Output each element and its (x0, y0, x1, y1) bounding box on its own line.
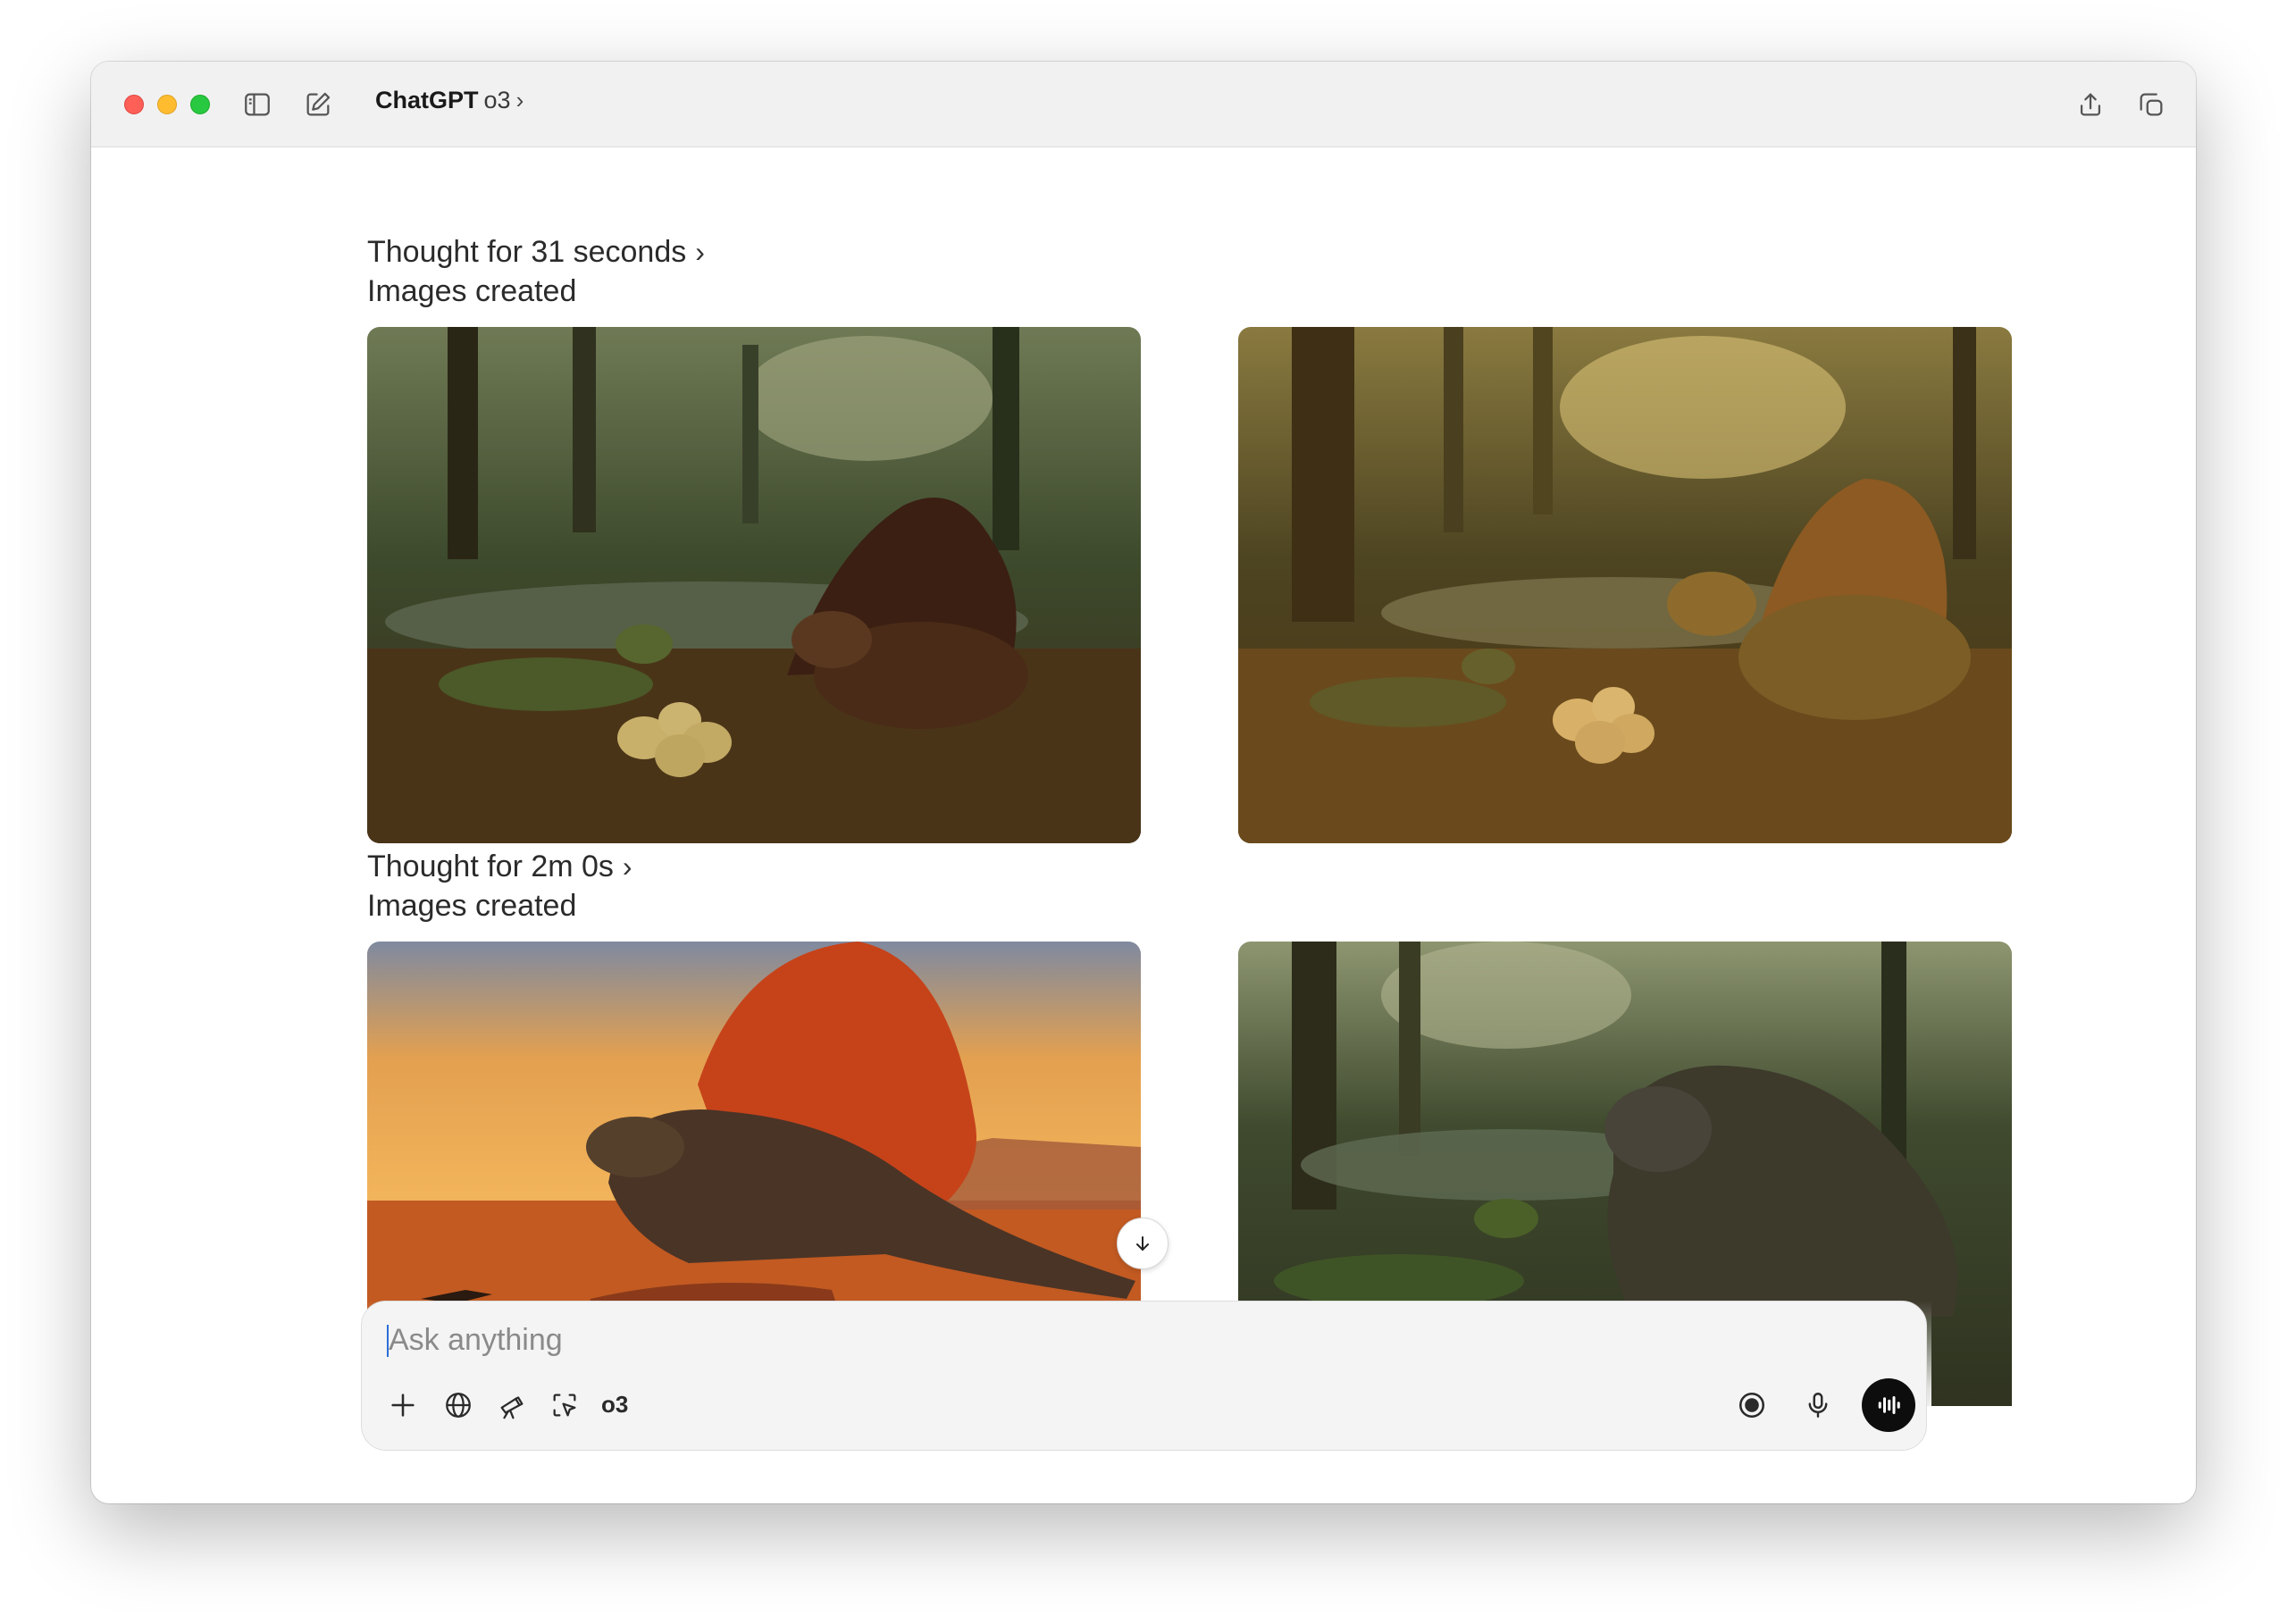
chevron-right-icon: › (695, 236, 705, 268)
generated-image[interactable] (367, 327, 1141, 843)
microphone-icon[interactable] (1800, 1387, 1836, 1423)
message-input[interactable] (389, 1318, 1639, 1362)
scroll-to-bottom-button[interactable] (1117, 1218, 1169, 1269)
images-created-label: Images created (367, 274, 577, 308)
title-bar: ChatGPT o3 › (91, 62, 2196, 147)
app-window: ChatGPT o3 › Thought for 31 seconds › Im… (91, 62, 2196, 1503)
share-icon[interactable] (2074, 88, 2107, 121)
plus-icon[interactable] (385, 1387, 421, 1423)
thought-summary[interactable]: Thought for 31 seconds › (367, 235, 705, 270)
voice-mode-button[interactable] (1862, 1378, 1915, 1432)
generated-image[interactable] (1238, 327, 2012, 843)
model-badge[interactable]: o3 (601, 1391, 628, 1419)
sidebar-toggle-icon[interactable] (241, 88, 273, 121)
arrow-down-icon (1136, 1236, 1149, 1251)
new-window-icon[interactable] (2135, 88, 2167, 121)
telescope-icon[interactable] (494, 1387, 530, 1423)
thought-label: Thought for 31 seconds (367, 235, 687, 269)
maximize-window-button[interactable] (190, 95, 210, 114)
minimize-window-button[interactable] (157, 95, 177, 114)
thought-label: Thought for 2m 0s (367, 850, 614, 883)
new-chat-icon[interactable] (302, 88, 334, 121)
close-window-button[interactable] (124, 95, 144, 114)
images-created-label: Images created (367, 889, 577, 923)
chevron-right-icon: › (622, 850, 632, 883)
model-name: o3 (483, 87, 511, 113)
record-icon[interactable] (1734, 1387, 1770, 1423)
globe-icon[interactable] (440, 1387, 476, 1423)
thought-summary[interactable]: Thought for 2m 0s › (367, 850, 632, 884)
chevron-right-icon: › (515, 87, 524, 113)
voice-mode-icon (1878, 1396, 1900, 1414)
cursor-select-icon[interactable] (547, 1387, 582, 1423)
message-composer: o3 (361, 1301, 1927, 1451)
model-selector[interactable]: ChatGPT o3 › (375, 87, 524, 114)
app-name: ChatGPT (375, 87, 479, 113)
